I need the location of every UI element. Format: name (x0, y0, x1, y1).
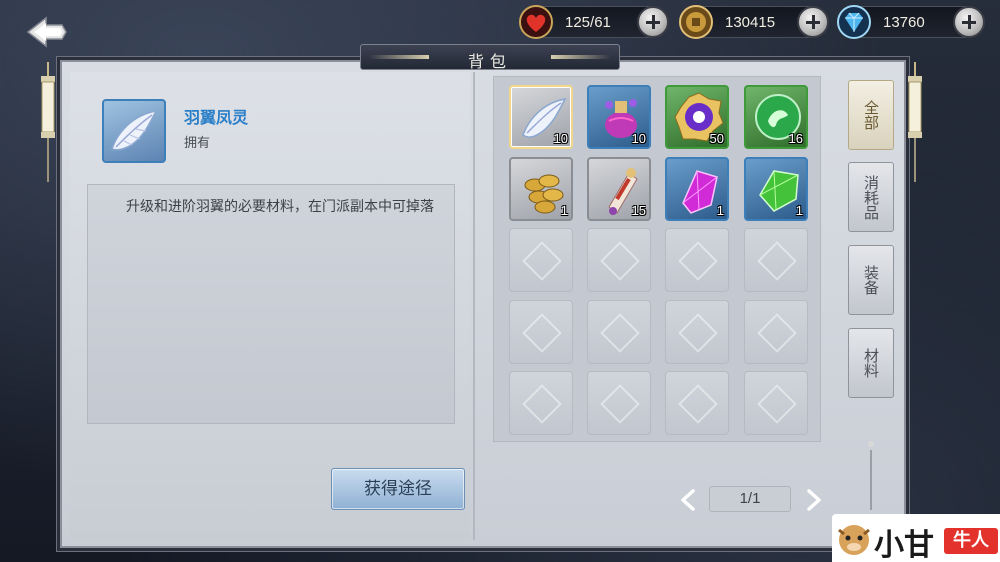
empty-slot[interactable] (509, 371, 573, 435)
add-coins-button[interactable] (797, 6, 829, 38)
empty-slot[interactable] (587, 228, 651, 292)
inventory-slot[interactable]: 15 (587, 157, 651, 221)
inventory-slot[interactable]: 10 (509, 85, 573, 149)
item-count: 15 (631, 203, 646, 218)
back-arrow-icon (26, 16, 67, 48)
inventory-slot[interactable]: 1 (509, 157, 573, 221)
item-description-box: 升级和进阶羽翼的必要材料，在门派副本中可掉落 (87, 184, 455, 424)
prev-page-icon[interactable] (678, 488, 698, 512)
watermark-text: 小甘 (874, 528, 934, 562)
empty-slot[interactable] (744, 300, 808, 364)
empty-slot[interactable] (744, 228, 808, 292)
inventory-slot[interactable]: 16 (744, 85, 808, 149)
empty-slot[interactable] (665, 371, 729, 435)
inventory-slot[interactable]: 1 (665, 157, 729, 221)
lantern-left-icon (41, 62, 55, 182)
empty-slot[interactable] (665, 228, 729, 292)
tab-all[interactable]: 全部 (848, 80, 894, 150)
item-count: 16 (788, 131, 803, 146)
inventory-slot[interactable]: 10 (587, 85, 651, 149)
add-stamina-button[interactable] (637, 6, 669, 38)
item-count: 1 (560, 203, 568, 218)
empty-slot[interactable] (665, 300, 729, 364)
tab-materials[interactable]: 材料 (848, 328, 894, 398)
tab-consumables-label: 消耗品 (862, 174, 880, 220)
stamina-value: 125/61 (565, 14, 611, 31)
gems-counter: 13760 (837, 5, 985, 39)
page-indicator: 1/1 (709, 486, 791, 512)
tab-materials-label: 材料 (862, 348, 880, 378)
item-description: 升级和进阶羽翼的必要材料，在门派副本中可掉落 (126, 199, 434, 215)
coin-icon (679, 5, 713, 39)
empty-slot[interactable] (587, 300, 651, 364)
item-count: 1 (795, 203, 803, 218)
item-name: 羽翼凤灵 (184, 108, 249, 127)
stamina-counter: 125/61 (519, 5, 669, 39)
page-title: 背包 (467, 52, 512, 71)
item-count: 50 (709, 131, 724, 146)
tab-equipment[interactable]: 装备 (848, 245, 894, 315)
coins-value: 130415 (725, 14, 776, 31)
feather-icon (111, 109, 158, 151)
item-count: 10 (553, 131, 568, 146)
tab-consumables[interactable]: 消耗品 (848, 162, 894, 232)
back-button[interactable] (22, 12, 70, 52)
empty-slot[interactable] (744, 371, 808, 435)
item-count: 1 (716, 203, 724, 218)
title-band: 背包 (360, 44, 620, 71)
heart-icon (519, 5, 553, 39)
next-page-icon[interactable] (804, 488, 824, 512)
inventory-slot[interactable]: 50 (665, 85, 729, 149)
item-count: 10 (631, 131, 646, 146)
diamond-icon (837, 5, 871, 39)
acquire-source-button[interactable]: 获得途径 (331, 468, 465, 510)
watermark-logo: 小甘 牛人 (832, 514, 1000, 562)
gems-value: 13760 (883, 14, 925, 31)
coins-counter: 130415 (679, 5, 829, 39)
add-gems-button[interactable] (953, 6, 985, 38)
inventory-slot[interactable]: 1 (744, 157, 808, 221)
empty-slot[interactable] (509, 300, 573, 364)
cow-mascot-icon (838, 525, 870, 555)
watermark-badge: 牛人 (944, 528, 998, 554)
tassel-icon (868, 441, 874, 510)
empty-slot[interactable] (509, 228, 573, 292)
tab-all-label: 全部 (862, 100, 880, 130)
item-status: 拥有 (184, 136, 211, 151)
tab-equipment-label: 装备 (862, 265, 880, 295)
selected-item-icon (102, 99, 166, 163)
panel-divider (473, 72, 475, 540)
lantern-right-icon (908, 62, 922, 182)
empty-slot[interactable] (587, 371, 651, 435)
